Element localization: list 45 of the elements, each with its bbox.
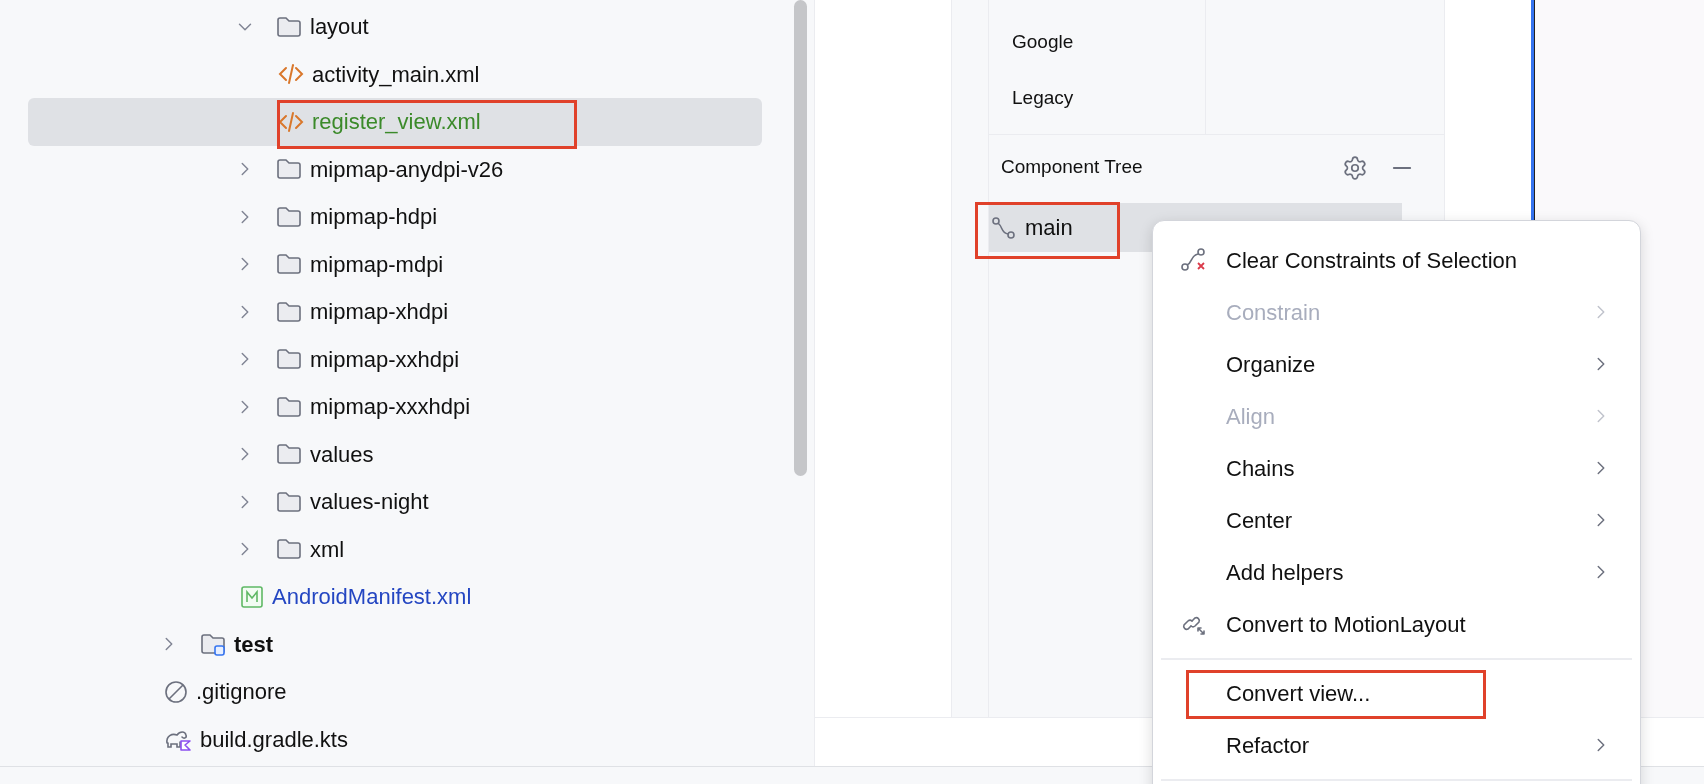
- tree-item[interactable]: xml: [28, 525, 762, 573]
- folder-icon: [276, 252, 302, 277]
- folder-icon: [276, 442, 302, 467]
- tree-item[interactable]: mipmap-xhdpi: [28, 288, 762, 336]
- manifest-icon: [240, 584, 264, 609]
- menu-item[interactable]: Convert to MotionLayout: [1161, 598, 1632, 650]
- folder-icon: [276, 299, 302, 324]
- panel-title: Component Tree: [1001, 155, 1144, 180]
- tree-item[interactable]: mipmap-hdpi: [28, 193, 762, 241]
- constraint-layout-icon: [991, 215, 1017, 240]
- tree-item[interactable]: values: [28, 430, 762, 478]
- menu-item[interactable]: Convert view...: [1161, 667, 1632, 719]
- tree-item[interactable]: .gitignore: [28, 668, 762, 716]
- forbidden-icon: [164, 679, 188, 704]
- xml-tag-icon: [278, 62, 304, 87]
- folder-icon: [276, 489, 302, 514]
- tree-item[interactable]: layout: [28, 3, 762, 51]
- menu-item[interactable]: Clear Constraints of Selection: [1161, 234, 1632, 286]
- palette-category[interactable]: Google: [1012, 22, 1205, 78]
- menu-item[interactable]: Chains: [1161, 442, 1632, 494]
- tree-item[interactable]: AndroidManifest.xml: [28, 573, 762, 621]
- tree-item[interactable]: mipmap-xxxhdpi: [28, 383, 762, 431]
- folder-icon: [276, 537, 302, 562]
- palette-category[interactable]: Legacy: [1012, 78, 1205, 134]
- tree-item[interactable]: test: [28, 620, 762, 668]
- tree-item[interactable]: mipmap-mdpi: [28, 240, 762, 288]
- tree-item[interactable]: mipmap-anydpi-v26: [28, 145, 762, 193]
- menu-item[interactable]: Center: [1161, 494, 1632, 546]
- folder-icon: [276, 347, 302, 372]
- constraint-clear-icon: [1181, 248, 1207, 272]
- xml-tag-icon: [278, 109, 304, 134]
- settings-icon[interactable]: [1342, 154, 1368, 181]
- test-folder-icon: [200, 632, 226, 657]
- scrollbar-thumb[interactable]: [794, 0, 807, 476]
- folder-icon: [276, 14, 302, 39]
- menu-item[interactable]: Organize: [1161, 338, 1632, 390]
- folder-icon: [276, 157, 302, 182]
- tree-item[interactable]: values-night: [28, 478, 762, 526]
- tree-item[interactable]: build.gradle.kts: [28, 715, 762, 763]
- menu-item[interactable]: Add helpers: [1161, 546, 1632, 598]
- menu-item[interactable]: Refactor: [1161, 719, 1632, 771]
- folder-icon: [276, 204, 302, 229]
- tree-item[interactable]: mipmap-xxhdpi: [28, 335, 762, 383]
- folder-icon: [276, 394, 302, 419]
- tree-item[interactable]: activity_main.xml: [28, 50, 762, 98]
